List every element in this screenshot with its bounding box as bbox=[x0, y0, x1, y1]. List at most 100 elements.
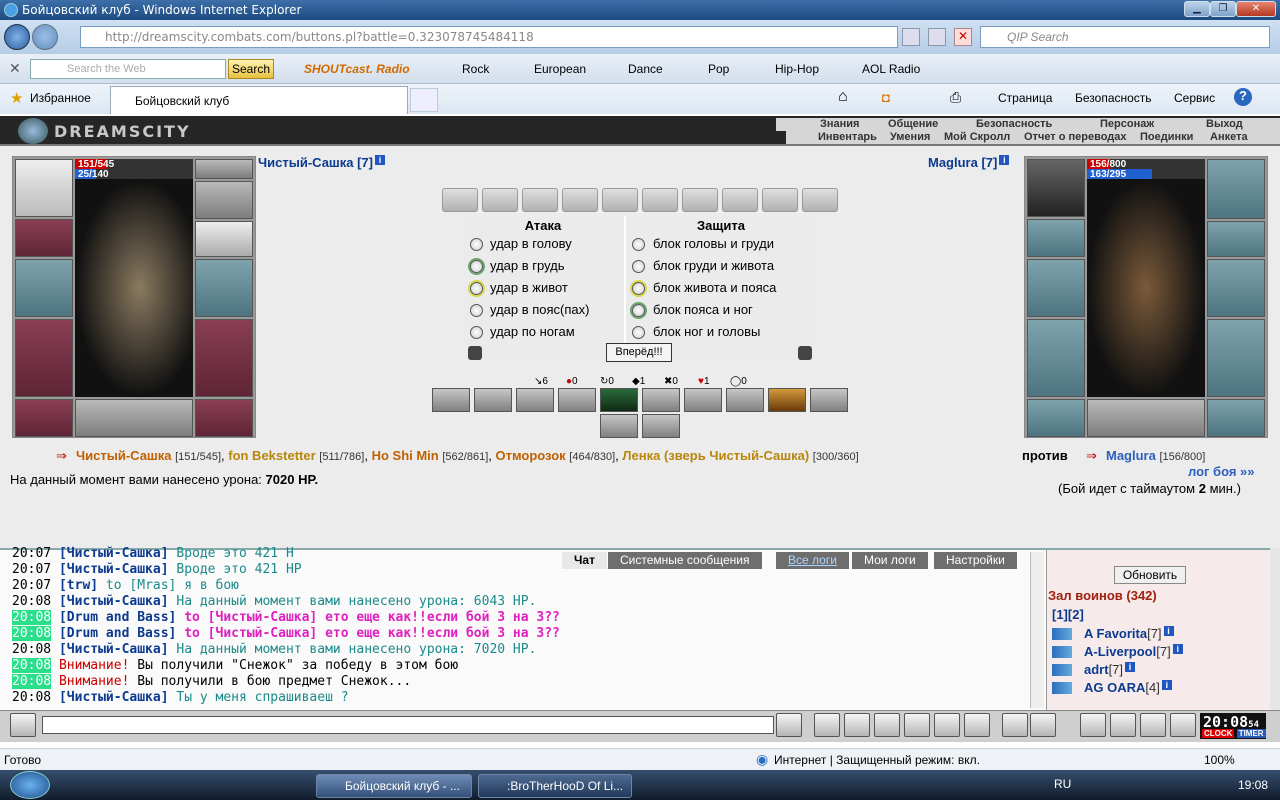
block-label[interactable]: блок ног и головы bbox=[653, 324, 760, 339]
scroll-slot[interactable] bbox=[762, 188, 798, 212]
close-button[interactable]: ✕ bbox=[1236, 1, 1276, 17]
chat-nick[interactable]: [Чистый-Сашка] bbox=[59, 546, 169, 561]
boots-slot[interactable] bbox=[1207, 399, 1265, 437]
menu-skills[interactable]: Умения bbox=[890, 131, 930, 143]
scroll-slot[interactable] bbox=[602, 188, 638, 212]
hip-hop-button[interactable]: Hip-Hop bbox=[775, 62, 819, 76]
info-icon[interactable]: i bbox=[1163, 626, 1174, 636]
refresh-icon[interactable] bbox=[928, 28, 946, 46]
tab-my-logs[interactable]: Мои логи bbox=[852, 552, 928, 569]
zoom-level[interactable]: 100% bbox=[1204, 753, 1235, 767]
chat-nick[interactable]: [Чистый-Сашка] bbox=[59, 642, 169, 657]
weapon-slot[interactable] bbox=[15, 259, 73, 317]
shield-slot[interactable] bbox=[195, 259, 253, 317]
menu-profile[interactable]: Анкета bbox=[1210, 131, 1248, 143]
ring-slots[interactable] bbox=[1207, 159, 1265, 219]
room-user[interactable]: adrt[7] i bbox=[1084, 662, 1136, 677]
skill-button[interactable] bbox=[684, 388, 722, 412]
chat-tool-button[interactable] bbox=[1002, 713, 1028, 737]
chat-nick[interactable]: [Чистый-Сашка] bbox=[59, 690, 169, 705]
search-button[interactable]: Search bbox=[228, 59, 274, 79]
user-name[interactable]: AG OARA bbox=[1084, 680, 1145, 695]
room-user[interactable]: A-Liverpool[7] i bbox=[1084, 644, 1183, 659]
room-user[interactable]: AG OARA[4] i bbox=[1084, 680, 1172, 695]
armor-slot[interactable] bbox=[1027, 319, 1085, 397]
skill-button[interactable] bbox=[600, 388, 638, 412]
task-opera[interactable]: :BroTherHooD Of Li... bbox=[478, 774, 632, 798]
scroll-slot[interactable] bbox=[642, 188, 678, 212]
scroll-slot[interactable] bbox=[522, 188, 558, 212]
start-button[interactable] bbox=[10, 771, 50, 799]
user-name[interactable]: A Favorita bbox=[1084, 626, 1147, 641]
security-zone[interactable]: Интернет | Защищенный режим: вкл. bbox=[774, 753, 980, 767]
chat-tool-button[interactable] bbox=[844, 713, 870, 737]
menu-communication[interactable]: Общение bbox=[888, 118, 938, 130]
tab-all-logs[interactable]: Все логи bbox=[776, 552, 849, 569]
fighter-name[interactable]: Maglura bbox=[1106, 448, 1156, 463]
home-icon[interactable]: ⌂ bbox=[838, 88, 848, 106]
skill-button[interactable] bbox=[810, 388, 848, 412]
chat-nick[interactable]: [trw] bbox=[59, 578, 98, 593]
address-bar[interactable]: http://dreamscity.combats.com/buttons.pl… bbox=[80, 26, 898, 48]
fighter-name[interactable]: Ho Shi Min bbox=[372, 448, 439, 463]
aol-radio-button[interactable]: AOL Radio bbox=[862, 62, 920, 76]
fighter-name[interactable]: Ленка (зверь Чистый-Сашка) bbox=[622, 448, 809, 463]
scroll-slot[interactable] bbox=[802, 188, 838, 212]
block-radio[interactable] bbox=[632, 326, 645, 339]
menu-inventory[interactable]: Инвентарь bbox=[818, 131, 877, 143]
toolbar-close-icon[interactable]: ✕ bbox=[9, 60, 21, 77]
help-icon[interactable]: ? bbox=[1234, 88, 1252, 106]
chat-tool-button[interactable] bbox=[874, 713, 900, 737]
timer-label[interactable]: TIMER bbox=[1236, 729, 1266, 738]
boots-slot[interactable] bbox=[195, 399, 253, 437]
attack-label[interactable]: удар в голову bbox=[490, 236, 572, 251]
armor-slot[interactable] bbox=[15, 319, 73, 397]
room-user[interactable]: A Favorita[7] i bbox=[1084, 626, 1174, 641]
scroll-slot[interactable] bbox=[562, 188, 598, 212]
scroll-slot[interactable] bbox=[682, 188, 718, 212]
block-label[interactable]: блок груди и живота bbox=[653, 258, 774, 273]
qip-search-input[interactable]: QIP Search bbox=[980, 26, 1270, 48]
skill-button[interactable] bbox=[600, 414, 638, 438]
block-label[interactable]: блок пояса и ног bbox=[653, 302, 753, 317]
pocket-slots[interactable] bbox=[75, 399, 193, 437]
pop-button[interactable]: Pop bbox=[708, 62, 729, 76]
chat-tool-button[interactable] bbox=[904, 713, 930, 737]
print-icon[interactable]: ⎙ bbox=[950, 89, 961, 106]
shield-slot[interactable] bbox=[1207, 259, 1265, 317]
language-indicator[interactable]: RU bbox=[1054, 777, 1071, 791]
chat-scrollbar[interactable] bbox=[1030, 552, 1044, 708]
leggings-slot[interactable] bbox=[195, 319, 253, 397]
belt-slot[interactable] bbox=[1027, 399, 1085, 437]
chat-tool-button[interactable] bbox=[1140, 713, 1166, 737]
browser-tab[interactable]: Бойцовский клуб bbox=[110, 86, 408, 114]
forward-button[interactable] bbox=[32, 24, 58, 50]
tab-system-messages[interactable]: Системные сообщения bbox=[608, 552, 762, 569]
tab-settings[interactable]: Настройки bbox=[934, 552, 1017, 569]
scroll-slot[interactable] bbox=[442, 188, 478, 212]
skill-button[interactable] bbox=[768, 388, 806, 412]
scroll-slot[interactable] bbox=[482, 188, 518, 212]
web-search-input[interactable]: Search the Web bbox=[30, 59, 226, 79]
dance-button[interactable]: Dance bbox=[628, 62, 663, 76]
clock-label[interactable]: CLOCK bbox=[1202, 729, 1235, 738]
rock-button[interactable]: Rock bbox=[462, 62, 489, 76]
compat-view-icon[interactable] bbox=[902, 28, 920, 46]
task-ie[interactable]: Бойцовский клуб - ... bbox=[316, 774, 472, 798]
menu-knowledge[interactable]: Знания bbox=[820, 118, 859, 130]
back-button[interactable] bbox=[4, 24, 30, 50]
skill-button[interactable] bbox=[558, 388, 596, 412]
battle-log-link[interactable]: лог боя »» bbox=[1188, 464, 1255, 479]
info-icon[interactable]: i bbox=[1172, 644, 1183, 654]
block-label[interactable]: блок живота и пояса bbox=[653, 280, 776, 295]
rss-icon[interactable]: ◘ bbox=[882, 90, 890, 105]
user-name[interactable]: A-Liverpool bbox=[1084, 644, 1156, 659]
attack-radio[interactable] bbox=[470, 282, 483, 295]
stop-icon[interactable]: ✕ bbox=[954, 28, 972, 46]
attack-label[interactable]: удар в пояс(пах) bbox=[490, 302, 589, 317]
attack-radio[interactable] bbox=[470, 238, 483, 251]
chat-input[interactable] bbox=[42, 716, 774, 734]
chat-nick[interactable]: [Drum and Bass] bbox=[59, 626, 176, 641]
pocket-slots[interactable] bbox=[1087, 399, 1205, 437]
info-icon[interactable]: i bbox=[1125, 662, 1136, 672]
